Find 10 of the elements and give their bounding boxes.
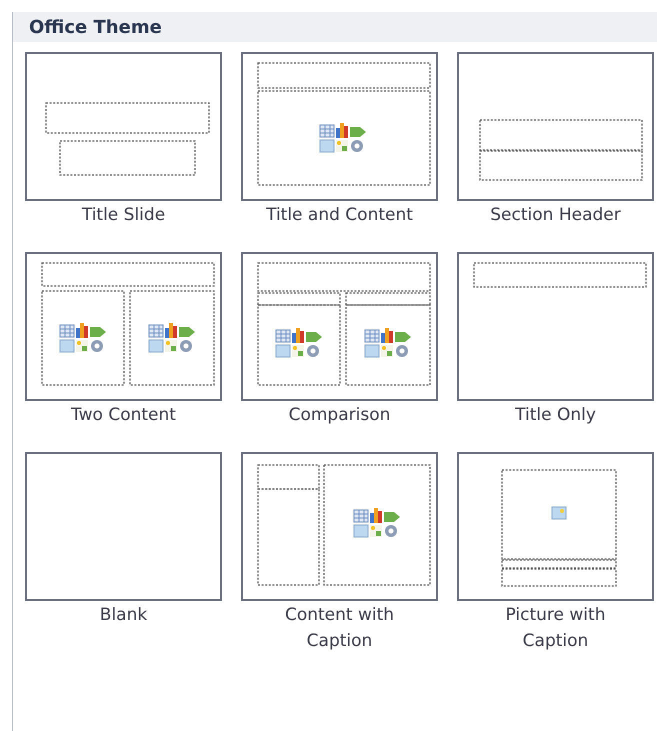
layout-label: Title Only xyxy=(514,404,597,427)
layout-label: Picture with Caption xyxy=(504,604,606,653)
layout-label: Comparison xyxy=(288,404,392,427)
layout-label: Content with Caption xyxy=(284,604,396,653)
layout-label: Section Header xyxy=(489,204,622,227)
layout-label: Title and Content xyxy=(265,204,414,227)
layout-label: Blank xyxy=(98,604,148,627)
layout-label: Title Slide xyxy=(80,204,166,227)
layout-label: Two Content xyxy=(70,404,177,427)
gallery-title: Office Theme xyxy=(29,16,162,38)
